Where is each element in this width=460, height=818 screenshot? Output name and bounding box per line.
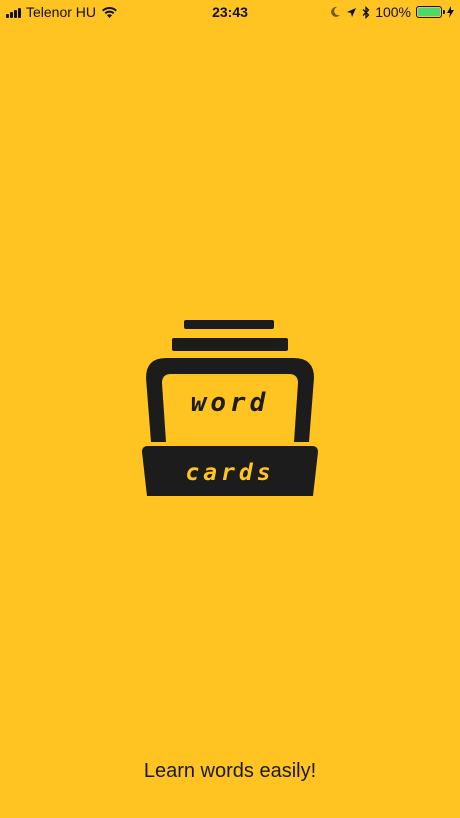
battery-percent: 100% bbox=[375, 4, 411, 20]
app-logo: word cards bbox=[141, 318, 319, 498]
logo-word-text: word bbox=[190, 388, 270, 418]
status-bar-right: 100% bbox=[330, 4, 454, 20]
logo-cards-text: cards bbox=[185, 460, 275, 486]
status-bar: Telenor HU 23:43 100% bbox=[0, 0, 460, 24]
moon-icon bbox=[331, 6, 341, 17]
battery-icon bbox=[416, 6, 445, 18]
tagline: Learn words easily! bbox=[143, 760, 317, 782]
bluetooth-icon bbox=[362, 5, 370, 19]
charging-icon bbox=[447, 6, 454, 18]
location-icon bbox=[347, 7, 357, 17]
battery-fill bbox=[418, 8, 440, 16]
